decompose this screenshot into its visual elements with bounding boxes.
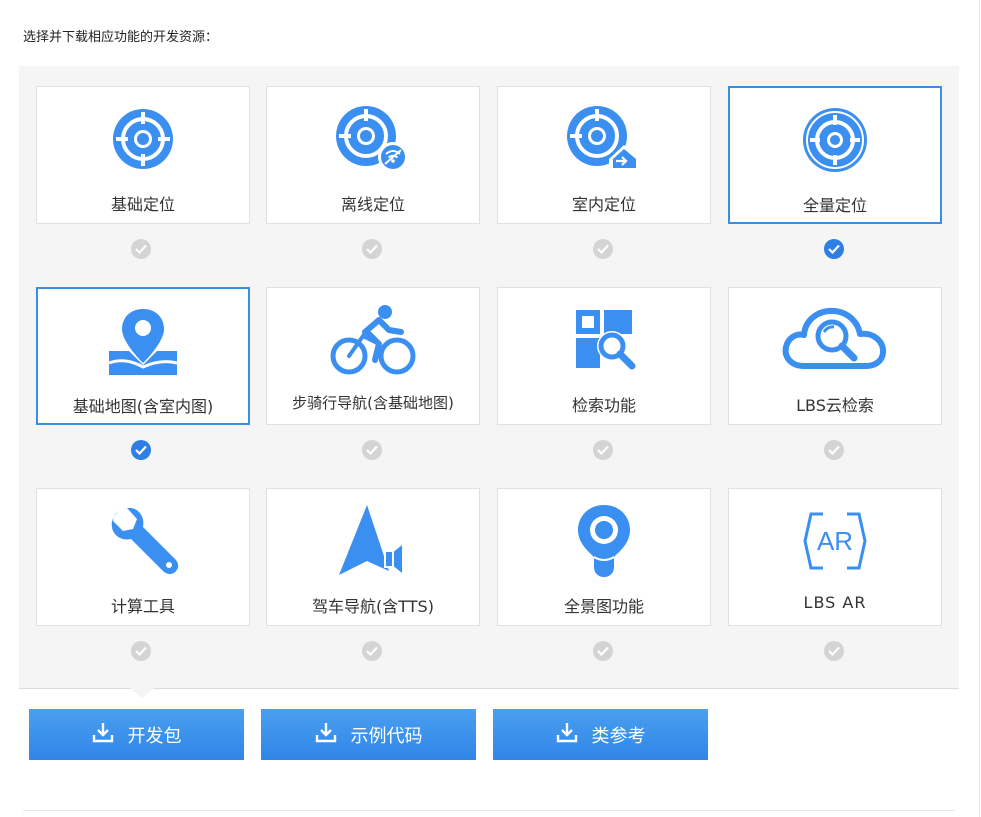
ar-badge-text: AR [817,526,853,556]
feature-card-offline-location[interactable]: 离线定位 [266,86,480,224]
feature-panel: 基础定位 离线定位 室内定位 全量定位 基础地图(含室内图) 步骑行导航(含基础… [19,66,959,689]
download-icon [92,721,114,748]
feature-label: 全景图功能 [563,597,644,616]
offline-locate-icon [267,101,479,177]
feature-card-lbs-ar[interactable]: AR LBS AR [728,488,942,626]
full-locate-icon [730,102,940,178]
feature-check[interactable] [593,239,613,259]
indoor-locate-icon [498,101,710,177]
feature-check[interactable] [824,239,844,259]
wrench-icon [37,503,249,579]
feature-check[interactable] [593,440,613,460]
feature-label: LBS AR [803,593,867,612]
feature-check[interactable] [824,641,844,661]
feature-label: 基础定位 [110,195,175,214]
feature-check[interactable] [824,440,844,460]
feature-card-lbs-cloud-search[interactable]: LBS云检索 [728,287,942,425]
feature-label: 检索功能 [571,396,636,415]
panorama-pin-icon [498,503,710,579]
feature-card-driving-nav[interactable]: 驾车导航(含TTS) [266,488,480,626]
feature-check[interactable] [362,440,382,460]
download-icon [556,721,578,748]
feature-card-walk-ride-nav[interactable]: 步骑行导航(含基础地图) [266,287,480,425]
feature-label: 全量定位 [802,196,867,215]
map-pin-icon [38,303,248,379]
feature-card-indoor-location[interactable]: 室内定位 [497,86,711,224]
feature-label: 驾车导航(含TTS) [312,597,434,616]
bicycle-icon [267,302,479,378]
navigation-arrow-icon [267,503,479,579]
feature-label: 离线定位 [340,195,405,214]
feature-card-calc-tools[interactable]: 计算工具 [36,488,250,626]
feature-card-full-location[interactable]: 全量定位 [728,86,942,224]
ar-icon: AR [729,503,941,579]
feature-label: 基础地图(含室内图) [72,397,214,416]
feature-card-basic-location[interactable]: 基础定位 [36,86,250,224]
download-sdk-label: 开发包 [127,725,182,747]
download-sample-label: 示例代码 [350,725,423,747]
feature-label: 室内定位 [571,195,636,214]
page-heading: 选择并下载相应功能的开发资源： [23,30,219,45]
feature-card-panorama[interactable]: 全景图功能 [497,488,711,626]
feature-label: 计算工具 [110,597,175,616]
search-grid-icon [498,302,710,378]
feature-card-basic-map[interactable]: 基础地图(含室内图) [36,287,250,425]
feature-label: 步骑行导航(含基础地图) [292,394,454,412]
feature-check[interactable] [593,641,613,661]
download-icon [315,721,337,748]
feature-check[interactable] [131,641,151,661]
feature-check[interactable] [362,641,382,661]
download-reference-label: 类参考 [591,725,646,747]
feature-label: LBS云检索 [796,396,874,415]
download-sample-button[interactable]: 示例代码 [261,709,476,760]
feature-check[interactable] [131,239,151,259]
feature-card-search[interactable]: 检索功能 [497,287,711,425]
feature-check[interactable] [362,239,382,259]
download-sdk-button[interactable]: 开发包 [29,709,244,760]
download-reference-button[interactable]: 类参考 [493,709,708,760]
feature-check[interactable] [131,440,151,460]
panel-pointer [130,688,154,698]
locate-icon [37,101,249,177]
bottom-divider [23,810,955,811]
cloud-search-icon [729,302,941,378]
